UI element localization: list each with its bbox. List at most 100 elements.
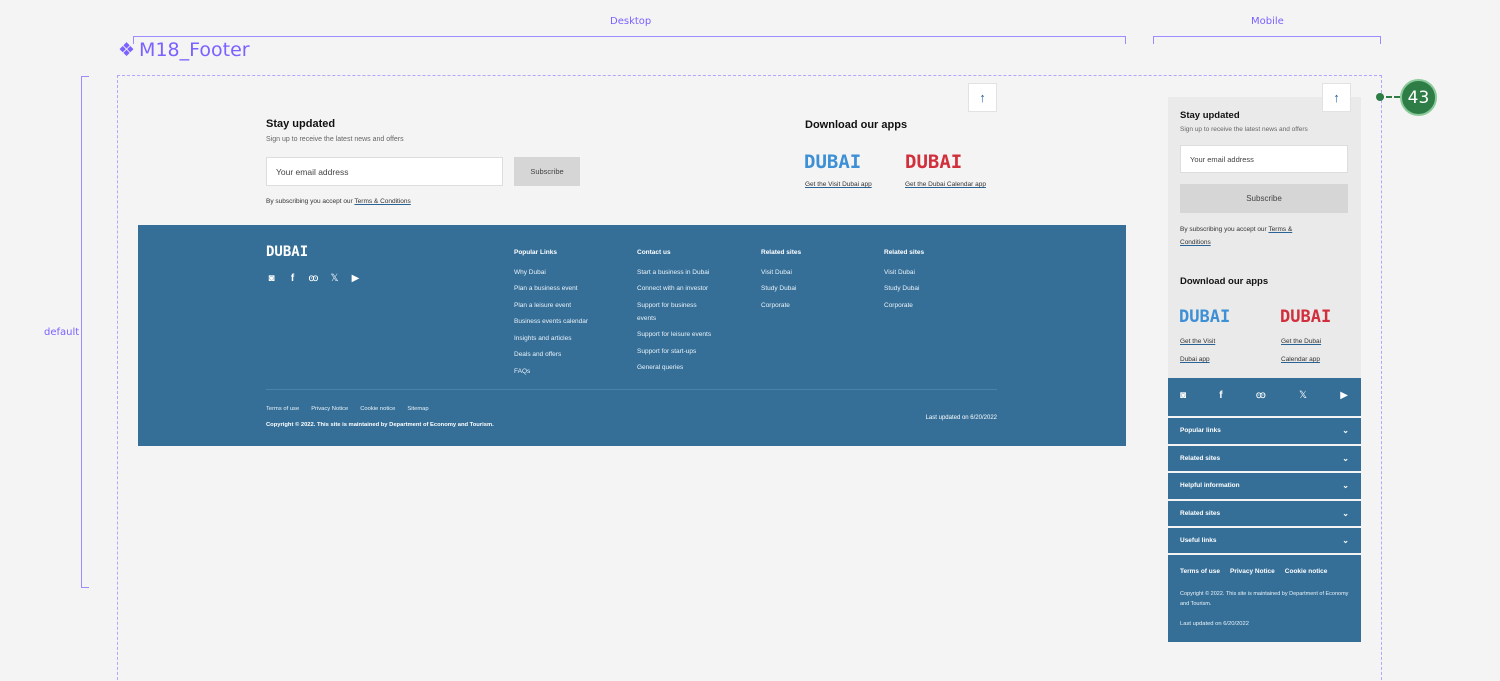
footer-link[interactable]: Deals and offers bbox=[514, 348, 604, 361]
terms-notice: By subscribing you accept our Terms & Co… bbox=[266, 198, 411, 205]
footer-column-related-sites: Related sites Visit Dubai Study Dubai Co… bbox=[761, 245, 851, 315]
footer-column-related-sites-2: Related sites Visit Dubai Study Dubai Co… bbox=[884, 245, 974, 315]
mobile-bracket bbox=[1153, 36, 1381, 44]
x-icon[interactable]: 𝕏 bbox=[1299, 390, 1307, 401]
mobile-visit-dubai-link[interactable]: Get the Visit Dubai app bbox=[1180, 333, 1215, 369]
youtube-icon[interactable]: ▶ bbox=[350, 273, 361, 284]
accordion-helpful-information[interactable]: Helpful information ⌄ bbox=[1168, 471, 1361, 498]
column-heading: Popular Links bbox=[514, 249, 557, 256]
footer-link[interactable]: Support for business events bbox=[637, 299, 713, 325]
newsletter-subtitle: Sign up to receive the latest news and o… bbox=[266, 136, 404, 143]
footer-link[interactable]: Start a business in Dubai bbox=[637, 266, 727, 279]
badge-connector bbox=[1378, 96, 1400, 98]
footer-link[interactable]: Why Dubai bbox=[514, 266, 604, 279]
chevron-down-icon: ⌄ bbox=[1342, 426, 1349, 435]
column-heading: Related sites bbox=[761, 249, 802, 256]
footer-link[interactable]: Plan a leisure event bbox=[514, 299, 604, 312]
chevron-down-icon: ⌄ bbox=[1342, 454, 1349, 463]
footer-link[interactable]: Connect with an investor bbox=[637, 282, 727, 295]
footer-link[interactable]: FAQs bbox=[514, 365, 604, 378]
footer-link[interactable]: Corporate bbox=[884, 299, 974, 312]
mobile-footer: ◙ f ꙭ 𝕏 ▶ Popular links ⌄ Related sites ⌄ … bbox=[1168, 378, 1361, 642]
accordion-related-sites-2[interactable]: Related sites ⌄ bbox=[1168, 499, 1361, 526]
mobile-email-field[interactable]: Your email address bbox=[1180, 145, 1348, 173]
footer-link[interactable]: Plan a business event bbox=[514, 282, 604, 295]
social-links: ◙ f ꙭ 𝕏 ▶ bbox=[266, 273, 361, 284]
visit-dubai-logo[interactable]: DUBAI bbox=[804, 151, 861, 173]
footer-link[interactable]: Visit Dubai bbox=[884, 266, 974, 279]
email-field[interactable]: Your email address bbox=[266, 157, 503, 186]
footer-link[interactable]: Corporate bbox=[761, 299, 851, 312]
sitemap-link[interactable]: Sitemap bbox=[407, 406, 428, 412]
component-icon: ❖ bbox=[118, 39, 136, 61]
component-title[interactable]: ❖ M18_Footer bbox=[118, 39, 250, 61]
footer-logo[interactable]: DUBAI bbox=[266, 244, 308, 260]
dubai-calendar-logo[interactable]: DUBAI bbox=[905, 151, 962, 173]
last-updated-text: Last updated on 6/20/2022 bbox=[925, 415, 997, 421]
mobile-newsletter-panel: Stay updated Sign up to receive the late… bbox=[1168, 97, 1361, 378]
chevron-down-icon: ⌄ bbox=[1342, 536, 1349, 545]
terms-link[interactable]: Terms & Conditions bbox=[354, 198, 410, 205]
footer-link[interactable]: Study Dubai bbox=[761, 282, 851, 295]
dubai-calendar-app-link[interactable]: Get the Dubai Calendar app bbox=[905, 181, 986, 188]
terms-of-use-link[interactable]: Terms of use bbox=[266, 406, 299, 412]
footer-divider bbox=[266, 389, 997, 390]
chevron-down-icon: ⌄ bbox=[1342, 509, 1349, 518]
subscribe-button[interactable]: Subscribe bbox=[514, 157, 580, 186]
column-heading: Related sites bbox=[884, 249, 925, 256]
desktop-back-to-top-button[interactable]: ↑ bbox=[968, 83, 997, 112]
newsletter-title: Stay updated bbox=[266, 118, 336, 130]
visit-dubai-app-link[interactable]: Get the Visit Dubai app bbox=[805, 181, 872, 188]
tripadvisor-icon[interactable]: ꙭ bbox=[308, 273, 319, 284]
mobile-social-links: ◙ f ꙭ 𝕏 ▶ bbox=[1180, 390, 1348, 401]
footer-column-contact-us: Contact us Start a business in Dubai Con… bbox=[637, 245, 727, 378]
mobile-terms-link[interactable]: Terms & bbox=[1268, 226, 1292, 233]
instagram-icon[interactable]: ◙ bbox=[1180, 390, 1186, 401]
x-icon[interactable]: 𝕏 bbox=[329, 273, 340, 284]
column-heading: Contact us bbox=[637, 249, 671, 256]
apps-title: Download our apps bbox=[805, 119, 908, 131]
footer-link[interactable]: Business events calendar bbox=[514, 315, 604, 328]
cookie-notice-link[interactable]: Cookie notice bbox=[360, 406, 395, 412]
desktop-footer: DUBAI ◙ f ꙭ 𝕏 ▶ Popular Links Why Dubai … bbox=[138, 225, 1126, 446]
comment-badge[interactable]: 43 bbox=[1400, 79, 1437, 116]
component-name: M18_Footer bbox=[139, 39, 250, 61]
desktop-bracket bbox=[133, 36, 1126, 44]
youtube-icon[interactable]: ▶ bbox=[1340, 390, 1348, 401]
footer-link[interactable]: Visit Dubai bbox=[761, 266, 851, 279]
footer-link[interactable]: Support for leisure events bbox=[637, 328, 727, 341]
mobile-back-to-top-button[interactable]: ↑ bbox=[1322, 83, 1351, 112]
mobile-dubai-calendar-link[interactable]: Get the Dubai Calendar app bbox=[1281, 333, 1321, 369]
mobile-last-updated-text: Last updated on 6/20/2022 bbox=[1180, 621, 1249, 627]
cookie-notice-link[interactable]: Cookie notice bbox=[1285, 568, 1328, 575]
footer-link[interactable]: General queries bbox=[637, 361, 727, 374]
accordion-useful-links[interactable]: Useful links ⌄ bbox=[1168, 526, 1361, 555]
instagram-icon[interactable]: ◙ bbox=[266, 273, 277, 284]
footer-link[interactable]: Support for start-ups bbox=[637, 345, 727, 358]
accordion-popular-links[interactable]: Popular links ⌄ bbox=[1168, 416, 1361, 443]
privacy-notice-link[interactable]: Privacy Notice bbox=[1230, 568, 1275, 575]
mobile-terms-notice: By subscribing you accept our Terms & Co… bbox=[1180, 226, 1293, 246]
mobile-newsletter-title: Stay updated bbox=[1180, 110, 1240, 121]
mobile-apps-title: Download our apps bbox=[1180, 276, 1269, 287]
tripadvisor-icon[interactable]: ꙭ bbox=[1256, 390, 1266, 401]
mobile-frame-label: Mobile bbox=[1251, 16, 1284, 27]
footer-link[interactable]: Study Dubai bbox=[884, 282, 974, 295]
facebook-icon[interactable]: f bbox=[287, 273, 298, 284]
mobile-newsletter-subtitle: Sign up to receive the latest news and o… bbox=[1180, 126, 1308, 133]
facebook-icon[interactable]: f bbox=[1219, 390, 1222, 401]
chevron-down-icon: ⌄ bbox=[1342, 481, 1349, 490]
desktop-frame-label: Desktop bbox=[610, 16, 652, 27]
variant-bracket bbox=[81, 76, 89, 588]
privacy-notice-link[interactable]: Privacy Notice bbox=[311, 406, 348, 412]
desktop-newsletter: Stay updated Sign up to receive the late… bbox=[266, 118, 404, 143]
footer-column-popular-links: Popular Links Why Dubai Plan a business … bbox=[514, 245, 604, 381]
terms-of-use-link[interactable]: Terms of use bbox=[1180, 568, 1220, 575]
legal-links: Terms of use Privacy Notice Cookie notic… bbox=[266, 406, 429, 412]
accordion-related-sites[interactable]: Related sites ⌄ bbox=[1168, 444, 1361, 471]
mobile-subscribe-button[interactable]: Subscribe bbox=[1180, 184, 1348, 213]
footer-link[interactable]: Insights and articles bbox=[514, 332, 604, 345]
mobile-visit-dubai-logo[interactable]: DUBAI bbox=[1179, 307, 1230, 327]
mobile-conditions-link[interactable]: Conditions bbox=[1180, 239, 1211, 246]
mobile-dubai-calendar-logo[interactable]: DUBAI bbox=[1280, 307, 1331, 327]
